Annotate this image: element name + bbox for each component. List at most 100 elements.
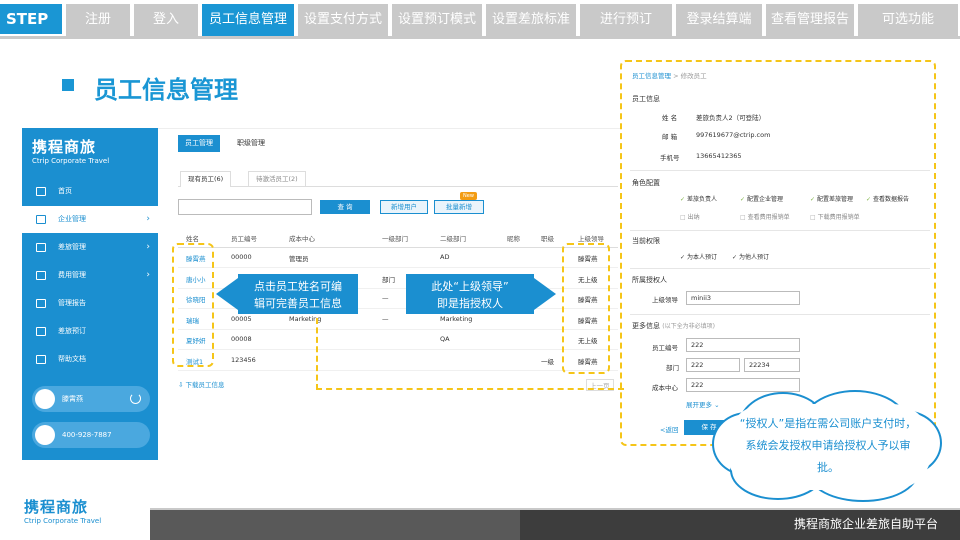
role-checkbox[interactable]: □ 出纳 [680, 212, 700, 221]
subtab-pending-employees[interactable]: 待激活员工(2) [248, 171, 306, 187]
avatar [35, 389, 55, 409]
permission-label: 为他人预订 [738, 254, 769, 261]
column-header: 上级领导 [578, 235, 604, 243]
connector-horizontal [316, 388, 624, 390]
subtabs: 现有员工(6) 待激活员工(2) [178, 171, 618, 187]
cloud-note-text: “授权人”是指在需公司账户支付时，系统会发授权申请给授权人予以审批。 [739, 417, 917, 474]
step-tab[interactable]: 设置预订模式 [392, 4, 484, 36]
divider [630, 314, 930, 315]
phone-icon [35, 425, 55, 445]
callout-left: 点击员工姓名可编 辑可完善员工信息 [238, 274, 358, 314]
checkbox-empty-icon: □ [740, 214, 748, 221]
sidebar-item-label: 差旅预订 [58, 327, 86, 335]
phone-pill: 400-928-7887 [32, 422, 150, 448]
email-value: 997619677@ctrip.com [696, 131, 771, 139]
callout-right: 此处“上级领导” 即是指授权人 [406, 274, 534, 314]
check-icon: ✓ [680, 196, 687, 203]
table-cell: 管理员 [289, 255, 309, 263]
step-bar-underline [0, 36, 960, 39]
employee-number-label: 员工编号 [652, 344, 678, 352]
back-link[interactable]: <返回 [660, 424, 678, 434]
breadcrumb-root[interactable]: 员工信息管理 [632, 72, 671, 80]
table-cell: 00005 [231, 314, 252, 323]
section-roles: 角色配置 [632, 179, 660, 187]
app-sidebar: 携程商旅 Ctrip Corporate Travel 首页 企业管理 › 差旅管理 ›… [22, 128, 158, 460]
cost-center-field[interactable]: 222 [686, 378, 800, 392]
download-link[interactable]: ⇩ 下载员工信息 [178, 379, 225, 389]
employee-number-field[interactable]: 222 [686, 338, 800, 352]
subtab-current-employees[interactable]: 现有员工(6) [180, 171, 232, 187]
add-user-button[interactable]: 新增用户 [380, 200, 428, 214]
footer-logo: 携程商旅 Ctrip Corporate Travel [24, 496, 101, 525]
department-field-1[interactable]: 222 [686, 358, 740, 372]
step-tab[interactable]: 员工信息管理 [202, 4, 296, 38]
email-label: 邮 箱 [662, 133, 678, 141]
step-tab[interactable]: 注册 [66, 4, 132, 36]
department-field-2[interactable]: 22234 [744, 358, 800, 372]
sidebar-item[interactable]: 首页 [22, 178, 158, 205]
permission-checkbox[interactable]: ✓ 为他人预订 [732, 252, 769, 261]
role-label: 下载费用报销单 [817, 214, 860, 221]
sidebar-item[interactable]: 差旅预订 [22, 318, 158, 345]
connector-vertical [316, 318, 318, 390]
role-checkbox[interactable]: ✓ 配置差旅管理 [810, 194, 853, 203]
edit-employee-form: 员工信息管理 > 修改员工 员工信息 姓 名 差旅负责人2（可登陆） 邮 箱 9… [622, 62, 934, 444]
role-checkbox[interactable]: ✓ 差旅负责人 [680, 194, 717, 203]
phone-number: 400-928-7887 [62, 431, 112, 439]
phone-label: 手机号 [660, 154, 680, 162]
divider [630, 170, 930, 171]
section-approver: 所属授权人 [632, 276, 667, 284]
department-label: 部门 [666, 364, 679, 372]
table-row-divider [178, 369, 618, 371]
search-button[interactable]: 查 询 [320, 200, 370, 214]
step-tab[interactable]: 查看管理报告 [766, 4, 856, 36]
footer-logo-text: 携程商旅 [24, 498, 89, 516]
expand-more-link[interactable]: 展开更多 ⌄ [686, 399, 720, 409]
step-tab[interactable]: 进行预订 [580, 4, 674, 36]
role-checkbox[interactable]: ✓ 查看数据报告 [866, 194, 909, 203]
step-tab[interactable]: 可选功能 [858, 4, 960, 36]
sidebar-item[interactable]: 企业管理 › [22, 206, 158, 233]
role-checkbox[interactable]: □ 下载费用报销单 [810, 212, 860, 221]
permission-checkbox[interactable]: ✓ 为本人预订 [680, 252, 717, 261]
home-icon [36, 187, 46, 196]
step-tab[interactable]: 登录结算端 [676, 4, 764, 36]
role-label: 出纳 [687, 214, 700, 221]
chevron-right-icon: › [146, 270, 150, 280]
check-icon: ✓ [732, 254, 739, 261]
checkbox-empty-icon: □ [810, 214, 818, 221]
chevron-down-icon: ⌄ [714, 401, 720, 409]
step-tab[interactable]: 设置支付方式 [298, 4, 390, 36]
search-input[interactable] [178, 199, 312, 215]
bulk-add-button[interactable]: 批量新增 [434, 200, 484, 214]
user-pill[interactable]: 滕霄燕 [32, 386, 150, 412]
role-checkbox[interactable]: □ 查看费用报销单 [740, 212, 790, 221]
sidebar-item-label: 管理报告 [58, 299, 86, 307]
breadcrumb: 员工信息管理 > 修改员工 [632, 70, 707, 80]
step-tab[interactable]: 设置差旅标准 [486, 4, 578, 36]
sidebar-item-label: 企业管理 [58, 215, 86, 223]
role-label: 查看数据报告 [872, 196, 909, 203]
supervisor-column-highlight [562, 243, 610, 374]
table-cell: 00000 [231, 253, 252, 261]
tab-employee-management[interactable]: 员工管理 [178, 135, 220, 152]
column-header: 成本中心 [289, 235, 315, 243]
role-checkbox[interactable]: ✓ 配置企业管理 [740, 194, 783, 203]
power-icon[interactable] [130, 393, 141, 404]
column-header: 姓名 [186, 235, 199, 243]
footer-logo-subtitle: Ctrip Corporate Travel [24, 517, 102, 525]
sidebar-item[interactable]: 帮助文档 [22, 346, 158, 373]
approver-field[interactable]: minii3 [686, 291, 800, 305]
section-employee-info: 员工信息 [632, 95, 660, 103]
sidebar-item[interactable]: 费用管理 › [22, 262, 158, 289]
table-row-divider [178, 349, 618, 350]
step-tab[interactable]: 登入 [134, 4, 200, 36]
table-cell: — [382, 314, 389, 323]
tab-rank-management[interactable]: 职级管理 [230, 135, 272, 152]
sidebar-item[interactable]: 差旅管理 › [22, 234, 158, 261]
sidebar-item[interactable]: 管理报告 [22, 290, 158, 317]
people-icon [36, 215, 46, 224]
name-column-highlight [172, 243, 214, 367]
section-permissions: 当前权限 [632, 237, 660, 245]
divider [630, 230, 930, 231]
